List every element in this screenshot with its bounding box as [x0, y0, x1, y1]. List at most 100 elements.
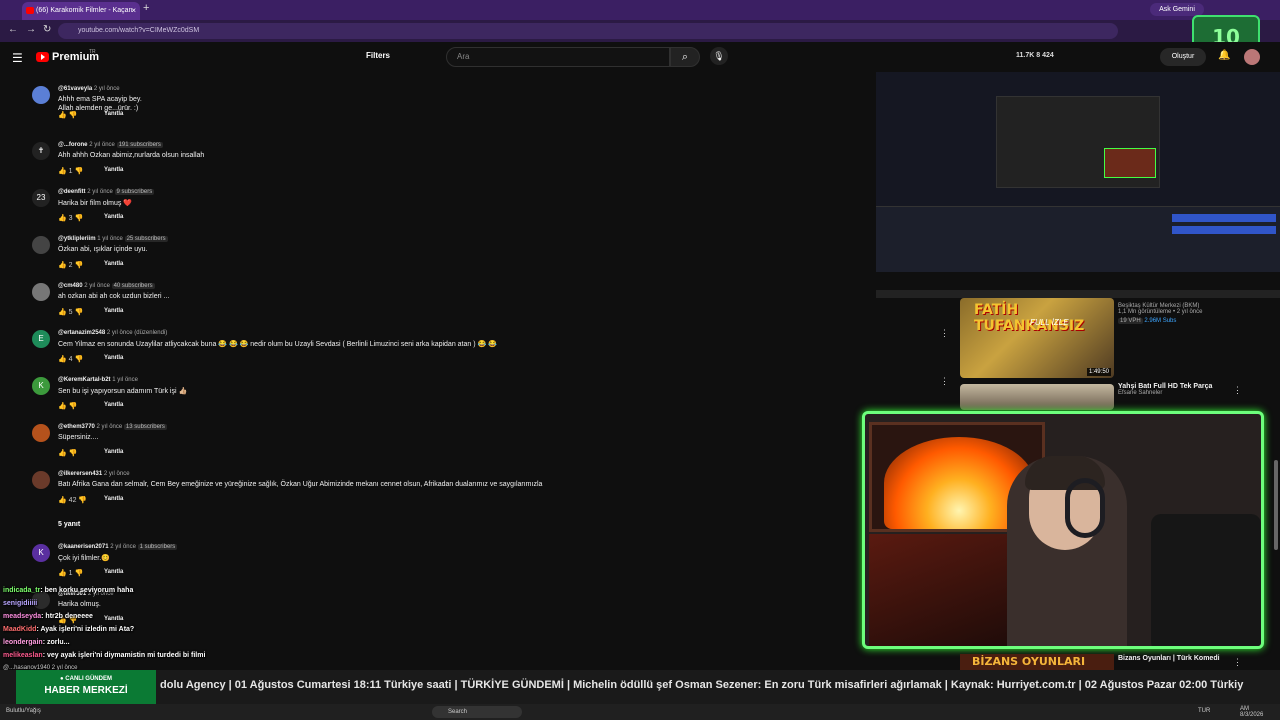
- create-button[interactable]: Oluştur: [1160, 48, 1206, 66]
- reply-button[interactable]: Yanıtla: [104, 111, 123, 117]
- dislike-icon[interactable]: 👎: [78, 497, 87, 504]
- microphone-icon[interactable]: 🎙: [710, 47, 728, 65]
- like-icon[interactable]: 👍: [58, 450, 67, 457]
- comment-actions: 👍 1 👎: [58, 167, 83, 175]
- reply-button[interactable]: Yanıtla: [104, 308, 123, 314]
- avatar[interactable]: ✝: [32, 142, 50, 160]
- more-options-icon[interactable]: ⋮: [1233, 385, 1242, 396]
- scrollbar[interactable]: [1274, 460, 1278, 550]
- comment-actions: 👍 4 👎: [58, 355, 83, 363]
- date: 8/3/2026: [1240, 712, 1264, 718]
- taskbar-strip: [876, 290, 1280, 298]
- comment-author[interactable]: @cm480: [58, 283, 83, 289]
- language-indicator[interactable]: TUR: [1198, 708, 1210, 714]
- avatar[interactable]: K: [32, 544, 50, 562]
- dislike-icon[interactable]: 👎: [75, 168, 84, 175]
- chat-message: meadseyda: htr2b deneeee: [3, 610, 263, 623]
- avatar[interactable]: E: [32, 330, 50, 348]
- comment-author[interactable]: @KeremKartal-b2t: [58, 377, 111, 383]
- avatar[interactable]: [32, 471, 50, 489]
- video-info[interactable]: Yahşi Batı Full HD Tek Parça Efsane Sahn…: [1118, 383, 1212, 396]
- comment-author[interactable]: @61vaveyla: [58, 86, 92, 92]
- comment-text: Harika bir film olmuş ❤️: [58, 200, 133, 207]
- forward-icon[interactable]: →: [26, 24, 36, 35]
- dislike-icon[interactable]: 👎: [75, 309, 84, 316]
- reply-button[interactable]: Yanıtla: [104, 261, 123, 267]
- close-tab-icon[interactable]: ×: [131, 2, 136, 20]
- video-info[interactable]: Bizans Oyunları | Türk Komedi: [1118, 655, 1220, 662]
- video-thumbnail[interactable]: FATİH TUFANKANSIZ FULL İZLE 1:49:50: [960, 298, 1114, 378]
- chat-message: leondergain: zorlu...: [3, 636, 263, 649]
- comment-author[interactable]: @ytklipleriim: [58, 236, 96, 242]
- comment-time: 2 yıl önce: [89, 142, 115, 148]
- taskbar-search[interactable]: Search: [432, 706, 522, 718]
- like-count: 42: [68, 497, 77, 504]
- comment-author[interactable]: @kaanerisen2071: [58, 544, 109, 550]
- avatar[interactable]: [32, 86, 50, 104]
- like-count: 5: [68, 309, 73, 316]
- more-options-icon[interactable]: ⋮: [1233, 657, 1242, 668]
- more-options-icon[interactable]: ⋮: [940, 328, 949, 339]
- dislike-icon[interactable]: 👎: [75, 570, 84, 577]
- like-count: 1: [68, 168, 73, 175]
- like-icon[interactable]: 👍: [58, 570, 67, 577]
- dislike-icon[interactable]: 👎: [75, 262, 84, 269]
- like-icon[interactable]: 👍: [58, 356, 67, 363]
- clock[interactable]: AM 8/3/2026: [1240, 706, 1263, 718]
- reply-button[interactable]: Yanıtla: [104, 569, 123, 575]
- like-icon[interactable]: 👍: [58, 215, 67, 222]
- dislike-icon[interactable]: 👎: [75, 215, 84, 222]
- notifications-icon[interactable]: 🔔: [1218, 50, 1230, 61]
- avatar[interactable]: [1244, 49, 1260, 65]
- reply-button[interactable]: Yanıtla: [104, 496, 123, 502]
- video-info[interactable]: Beşiktaş Kültür Merkezi (BKM) 1,1 Mn gör…: [1118, 303, 1202, 324]
- comment-author[interactable]: @deenfitt: [58, 189, 86, 195]
- weather-widget[interactable]: Bulutlu/Yağış: [6, 708, 41, 714]
- youtube-logo-icon[interactable]: [36, 52, 49, 62]
- comment-author[interactable]: @ilkerersen431: [58, 471, 102, 477]
- reply-button[interactable]: Yanıtla: [104, 167, 123, 173]
- chat-message: MaadKidd: Ayak işleri'ni izledin mi Ata?: [3, 623, 263, 636]
- avatar[interactable]: [32, 236, 50, 254]
- new-tab-button[interactable]: +: [143, 2, 149, 14]
- avatar[interactable]: 23: [32, 189, 50, 207]
- search-input[interactable]: Ara: [446, 47, 670, 67]
- avatar[interactable]: K: [32, 377, 50, 395]
- video-title: Bizans Oyunları | Türk Komedi: [1118, 655, 1220, 662]
- like-icon[interactable]: 👍: [58, 168, 67, 175]
- comment-text: Batı Afrika Gana dan selmalr, Cem Bey em…: [58, 481, 543, 488]
- filters-button[interactable]: Filters: [366, 51, 390, 60]
- search-icon[interactable]: ⌕: [670, 47, 700, 67]
- reply-button[interactable]: Yanıtla: [104, 355, 123, 361]
- comment-author[interactable]: @ertanazim2548: [58, 330, 105, 336]
- like-icon[interactable]: 👍: [58, 497, 67, 504]
- back-icon[interactable]: ←: [8, 24, 18, 35]
- reply-button[interactable]: Yanıtla: [104, 402, 123, 408]
- chat-text: : htr2b deneeee: [41, 613, 93, 620]
- reply-button[interactable]: Yanıtla: [104, 214, 123, 220]
- menu-icon[interactable]: ☰: [12, 51, 23, 65]
- like-icon[interactable]: 👍: [58, 262, 67, 269]
- show-replies-button[interactable]: 5 yanıt: [58, 521, 80, 528]
- dislike-icon[interactable]: 👎: [69, 403, 78, 410]
- dislike-icon[interactable]: 👎: [69, 112, 78, 119]
- avatar[interactable]: [32, 283, 50, 301]
- dislike-icon[interactable]: 👎: [75, 356, 84, 363]
- avatar[interactable]: [32, 424, 50, 442]
- like-icon[interactable]: 👍: [58, 403, 67, 410]
- more-options-icon[interactable]: ⋮: [940, 376, 949, 387]
- active-tab[interactable]: (66) Karakomik Filmler - Kaçan ×: [22, 2, 140, 20]
- reply-button[interactable]: Yanıtla: [104, 449, 123, 455]
- chat-username: meadseyda: [3, 613, 42, 620]
- like-icon[interactable]: 👍: [58, 112, 67, 119]
- like-icon[interactable]: 👍: [58, 309, 67, 316]
- url-input[interactable]: youtube.com/watch?v=CIMeWZc0dSM: [58, 23, 1118, 39]
- comment-author[interactable]: @ethem3770: [58, 424, 95, 430]
- video-thumbnail[interactable]: BİZANS OYUNLARI: [960, 654, 1114, 670]
- ask-gemini-button[interactable]: Ask Gemini: [1150, 3, 1204, 16]
- comment-author[interactable]: @...forone: [58, 142, 88, 148]
- video-thumbnail[interactable]: [960, 384, 1114, 410]
- reload-icon[interactable]: ↻: [43, 24, 51, 35]
- subs-badge: 2.96M Subs: [1144, 318, 1177, 324]
- dislike-icon[interactable]: 👎: [69, 450, 78, 457]
